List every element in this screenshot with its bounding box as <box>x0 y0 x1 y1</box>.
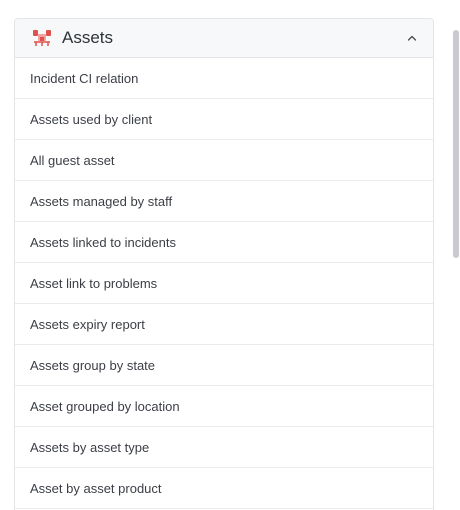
list-item[interactable]: Incident CI relation <box>15 58 433 99</box>
list-item[interactable]: Asset by asset product <box>15 468 433 509</box>
list-item[interactable]: Assets linked to incidents <box>15 222 433 263</box>
chevron-up-icon[interactable] <box>405 31 419 45</box>
assets-icon <box>32 28 52 48</box>
list-item[interactable]: All guest asset <box>15 140 433 181</box>
list-item[interactable]: Asset link to problems <box>15 263 433 304</box>
report-list: Incident CI relation Assets used by clie… <box>15 58 433 509</box>
list-item[interactable]: Assets used by client <box>15 99 433 140</box>
list-item[interactable]: Assets managed by staff <box>15 181 433 222</box>
assets-panel-header[interactable]: Assets <box>15 19 433 58</box>
list-item[interactable]: Assets group by state <box>15 345 433 386</box>
scrollbar-thumb[interactable] <box>453 30 459 258</box>
list-item[interactable]: Assets by asset type <box>15 427 433 468</box>
list-item[interactable]: Asset grouped by location <box>15 386 433 427</box>
list-item[interactable]: Assets expiry report <box>15 304 433 345</box>
assets-panel: Assets Incident CI relation Assets used … <box>14 18 434 510</box>
page: Assets Incident CI relation Assets used … <box>0 0 460 510</box>
panel-title: Assets <box>62 28 114 47</box>
scrollbar[interactable] <box>452 28 460 510</box>
